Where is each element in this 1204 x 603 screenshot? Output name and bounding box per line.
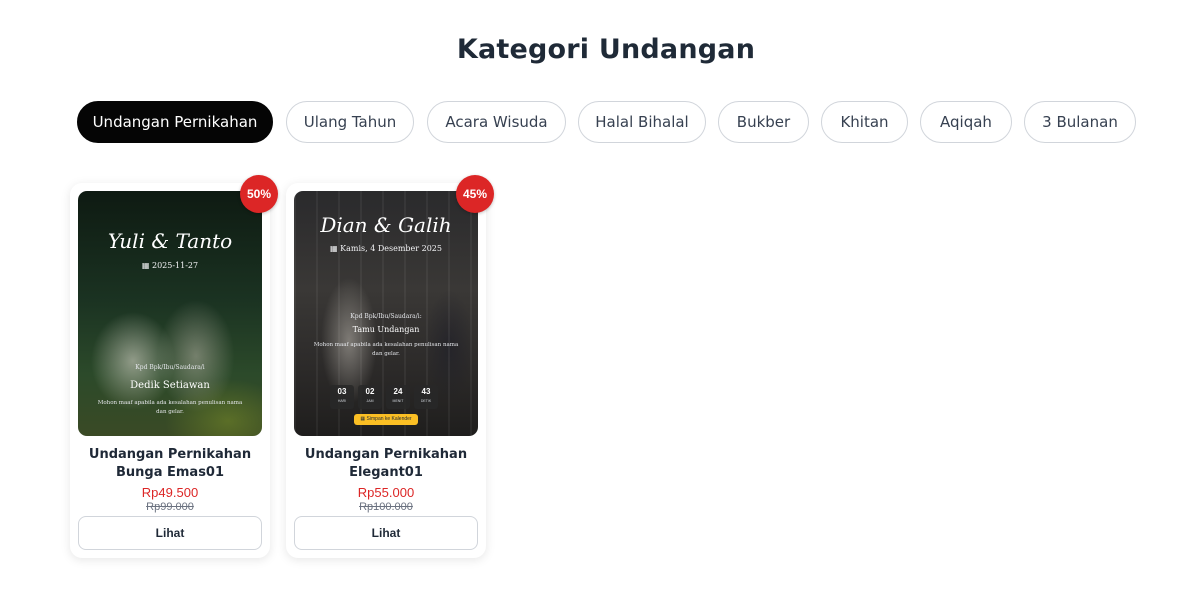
tab-acara-wisuda[interactable]: Acara Wisuda [427, 101, 566, 143]
tab-aqiqah[interactable]: Aqiqah [920, 101, 1012, 143]
product-price: Rp55.000 [357, 485, 415, 500]
countdown-minutes: 24 MENIT [386, 385, 410, 409]
countdown-hours: 02 JAM [358, 385, 382, 409]
guest-name: Dedik Setiawan [130, 380, 210, 391]
tab-khitan[interactable]: Khitan [821, 101, 908, 143]
product-name: Undangan Pernikahan Elegant01 [304, 447, 468, 480]
guest-note: Mohon maaf apabila ada kesalahan penulis… [313, 342, 459, 357]
product-card[interactable]: 45% Dian & Galih ▦ Kamis, 4 Desember 202… [286, 175, 494, 558]
discount-badge: 50% [240, 175, 278, 213]
calendar-icon: ▦ [141, 261, 152, 270]
discount-badge: 45% [456, 175, 494, 213]
couple-names: Dian & Galih [320, 213, 452, 237]
couple-names: Yuli & Tanto [107, 229, 233, 253]
countdown: 03 HARI 02 JAM 24 MENIT 43 DETIK [330, 385, 438, 409]
tab-bukber[interactable]: Bukber [718, 101, 809, 143]
tab-ulang-tahun[interactable]: Ulang Tahun [286, 101, 414, 143]
product-original-price: Rp99.000 [146, 501, 194, 513]
tab-undangan-pernikahan[interactable]: Undangan Pernikahan [77, 101, 273, 143]
countdown-days: 03 HARI [330, 385, 354, 409]
product-preview-image[interactable]: Dian & Galih ▦ Kamis, 4 Desember 2025 Kp… [294, 191, 478, 436]
view-button[interactable]: Lihat [78, 516, 262, 550]
tab-3-bulanan[interactable]: 3 Bulanan [1024, 101, 1136, 143]
guest-greeting: Kpd Bpk/Ibu/Saudara/i [135, 364, 205, 371]
tab-halal-bihalal[interactable]: Halal Bihalal [578, 101, 706, 143]
page-title: Kategori Undangan [456, 34, 756, 65]
guest-note: Mohon maaf apabila ada kesalahan penulis… [97, 400, 243, 415]
product-name: Undangan Pernikahan Bunga Emas01 [88, 447, 252, 480]
product-card[interactable]: 50% Yuli & Tanto ▦ 2025-11-27 Kpd Bpk/Ib… [70, 175, 278, 558]
calendar-icon: ▦ [330, 244, 341, 253]
guest-name: Tamu Undangan [352, 325, 420, 334]
product-preview-image[interactable]: Yuli & Tanto ▦ 2025-11-27 Kpd Bpk/Ibu/Sa… [78, 191, 262, 436]
save-to-calendar-button[interactable]: ▦ Simpan ke Kalender [354, 414, 418, 425]
guest-greeting: Kpd Bpk/Ibu/Saudara/i: [350, 313, 422, 320]
product-price: Rp49.500 [141, 485, 199, 500]
event-date: ▦ Kamis, 4 Desember 2025 [330, 244, 442, 253]
countdown-seconds: 43 DETIK [414, 385, 438, 409]
view-button[interactable]: Lihat [294, 516, 478, 550]
event-date: ▦ 2025-11-27 [141, 261, 199, 270]
product-original-price: Rp100.000 [359, 501, 413, 513]
